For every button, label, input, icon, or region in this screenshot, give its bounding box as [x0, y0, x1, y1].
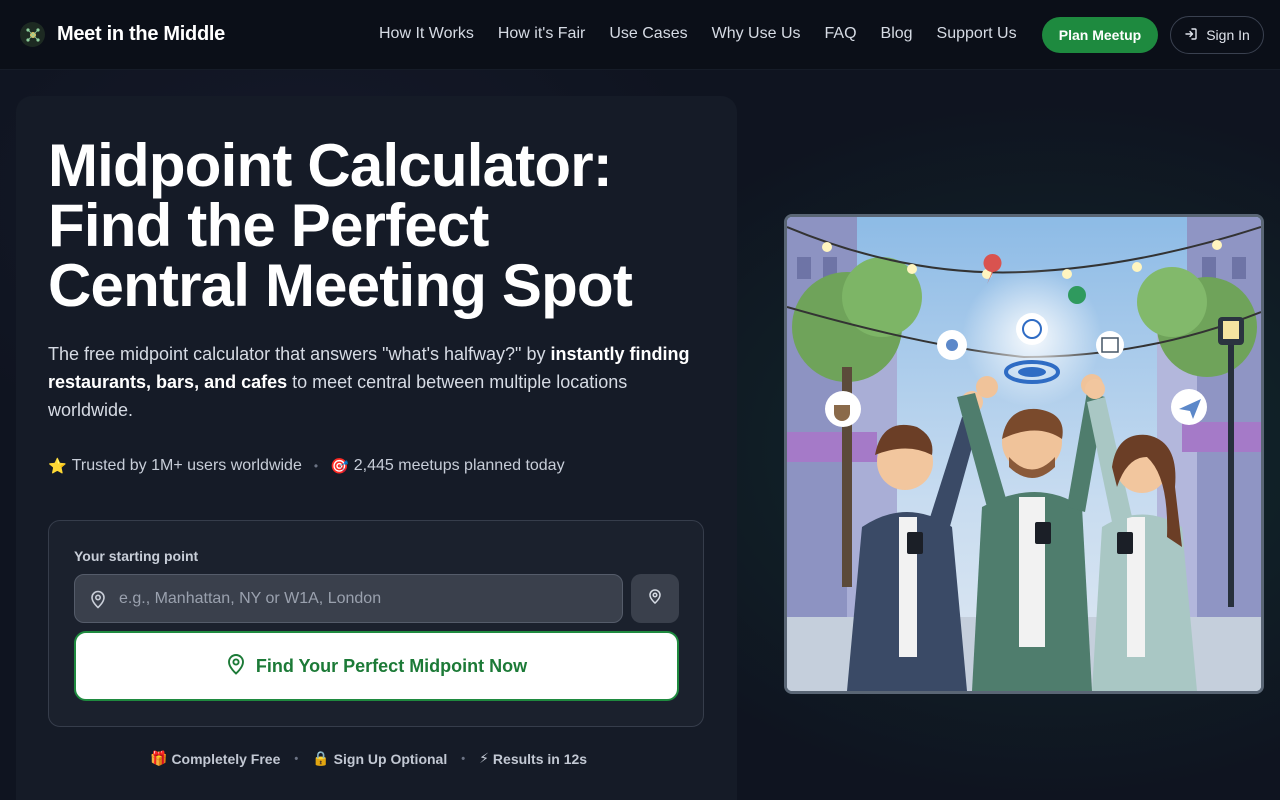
nav-link-how-its-fair[interactable]: How it's Fair [498, 25, 586, 43]
title-line-1: Midpoint Calculator: [48, 132, 613, 199]
logo-icon [20, 22, 45, 47]
perk-speed: Results in 12s [492, 750, 588, 767]
nav-link-faq[interactable]: FAQ [825, 25, 857, 43]
starting-point-input[interactable] [119, 575, 609, 622]
starting-point-field[interactable] [74, 574, 623, 623]
perk-signup: Sign Up Optional [333, 750, 448, 767]
hero-description: The free midpoint calculator that answer… [48, 340, 708, 424]
page-title: Midpoint Calculator: Find the Perfect Ce… [48, 136, 708, 316]
title-line-3: Central Meeting Spot [48, 252, 633, 319]
gift-icon: 🎁 [150, 750, 168, 766]
plan-meetup-button[interactable]: Plan Meetup [1042, 17, 1158, 53]
use-current-location-button[interactable] [631, 574, 679, 623]
location-pin-icon [648, 588, 662, 609]
brand-name: Meet in the Middle [57, 23, 225, 45]
separator-dot: • [294, 752, 299, 765]
trust-users: Trusted by 1M+ users worldwide [71, 457, 302, 474]
lock-icon: 🔒 [312, 750, 330, 766]
find-midpoint-label: Find Your Perfect Midpoint Now [255, 655, 528, 676]
nav-link-why-use-us[interactable]: Why Use Us [712, 25, 801, 43]
trust-meetups: 2,445 meetups planned today [353, 457, 565, 474]
starting-point-label: Your starting point [74, 548, 199, 564]
sign-in-button[interactable]: Sign In [1170, 16, 1264, 54]
map-pin-icon [89, 589, 107, 614]
perks-bar: 🎁 Completely Free • 🔒 Sign Up Optional •… [150, 750, 587, 767]
target-icon: 🎯 [330, 458, 349, 475]
perk-free: Completely Free [171, 750, 281, 767]
sign-in-label: Sign In [1206, 27, 1250, 43]
nav-link-support-us[interactable]: Support Us [937, 25, 1017, 43]
brand[interactable]: Meet in the Middle [20, 22, 225, 47]
top-nav: Meet in the Middle How It Works How it's… [0, 0, 1280, 70]
title-line-2: Find the Perfect [48, 192, 489, 259]
separator-dot: • [313, 459, 319, 473]
nav-link-how-it-works[interactable]: How It Works [379, 25, 474, 43]
starting-point-form: Your starting point Find Your Perfect Mi… [48, 520, 704, 727]
map-pin-icon [226, 653, 246, 680]
nav-link-use-cases[interactable]: Use Cases [609, 25, 687, 43]
separator-dot: • [461, 752, 466, 765]
find-midpoint-button[interactable]: Find Your Perfect Midpoint Now [74, 631, 679, 701]
hero-illustration [784, 214, 1264, 694]
friends-meetup-illustration [787, 217, 1261, 691]
nav-link-blog[interactable]: Blog [881, 25, 913, 43]
lightning-icon: ⚡ [479, 750, 489, 766]
sign-in-icon [1184, 27, 1198, 44]
desc-pre: The free midpoint calculator that answer… [48, 344, 551, 364]
nav-links: How It Works How it's Fair Use Cases Why… [379, 25, 1041, 43]
trust-bar: ⭐ Trusted by 1M+ users worldwide • 🎯 2,4… [48, 457, 565, 475]
star-icon: ⭐ [48, 458, 67, 475]
